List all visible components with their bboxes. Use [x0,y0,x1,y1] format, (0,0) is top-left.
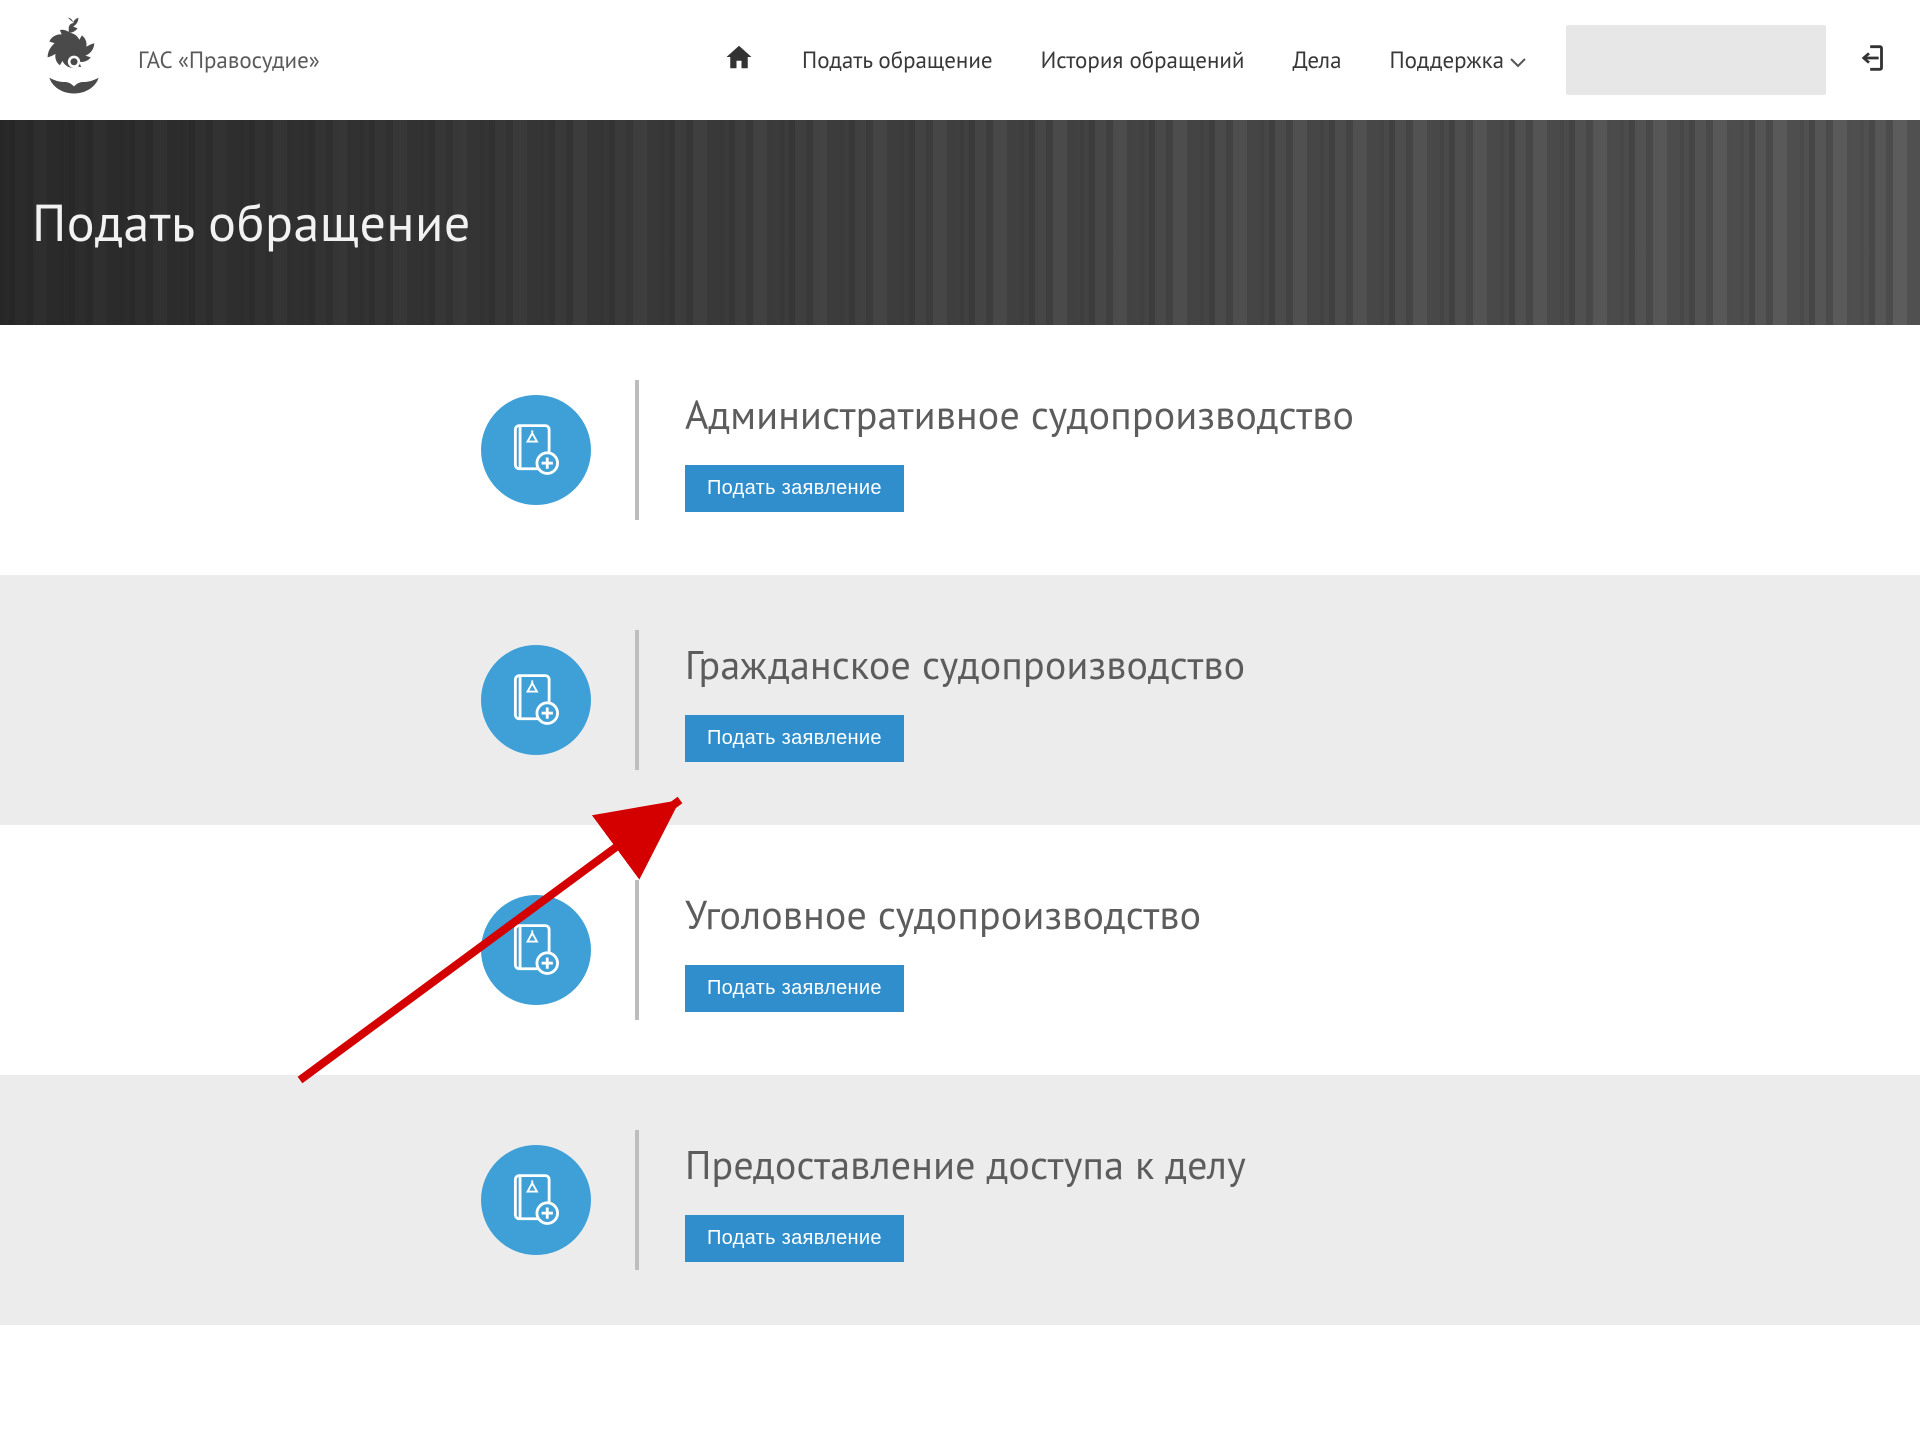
category-title: Уголовное судопроизводство [685,889,1201,941]
logout-icon [1856,60,1890,80]
category-icon-cell [0,395,635,505]
chevron-down-icon [1510,46,1526,75]
category-title: Гражданское судопроизводство [685,639,1245,691]
submit-application-button[interactable]: Подать заявление [685,965,904,1012]
category-title: Административное судопроизводство [685,389,1354,441]
category-row: Гражданское судопроизводство Подать заяв… [0,575,1920,825]
submit-application-button[interactable]: Подать заявление [685,465,904,512]
book-plus-icon [481,1145,591,1255]
book-plus-icon [481,895,591,1005]
nav-history[interactable]: История обращений [1041,46,1245,75]
page-banner: Подать обращение [0,120,1920,325]
category-text-cell: Предоставление доступа к делу Подать зая… [639,1139,1246,1262]
category-text-cell: Административное судопроизводство Подать… [639,389,1354,512]
page-title: Подать обращение [32,189,471,256]
category-row: Административное судопроизводство Подать… [0,325,1920,575]
submit-application-button[interactable]: Подать заявление [685,715,904,762]
user-box[interactable] [1566,25,1826,95]
category-icon-cell [0,895,635,1005]
emblem-icon [30,16,118,104]
submit-application-button[interactable]: Подать заявление [685,1215,904,1262]
nav-home[interactable] [724,42,754,79]
nav-submit[interactable]: Подать обращение [802,46,993,75]
book-plus-icon [481,395,591,505]
book-plus-icon [481,645,591,755]
category-row: Предоставление доступа к делу Подать зая… [0,1075,1920,1325]
home-icon [724,42,754,79]
logout-button[interactable] [1856,41,1890,80]
nav-cases[interactable]: Дела [1293,46,1342,75]
nav-support-label: Поддержка [1390,46,1504,75]
site-name: ГАС «Правосудие» [138,46,320,75]
category-title: Предоставление доступа к делу [685,1139,1246,1191]
logo-block: ГАС «Правосудие» [30,16,320,104]
category-text-cell: Уголовное судопроизводство Подать заявле… [639,889,1201,1012]
category-text-cell: Гражданское судопроизводство Подать заяв… [639,639,1245,762]
category-row: Уголовное судопроизводство Подать заявле… [0,825,1920,1075]
main-nav: Подать обращение История обращений Дела … [724,42,1526,79]
category-icon-cell [0,1145,635,1255]
nav-support[interactable]: Поддержка [1390,46,1526,75]
category-icon-cell [0,645,635,755]
header: ГАС «Правосудие» Подать обращение Истори… [0,0,1920,120]
